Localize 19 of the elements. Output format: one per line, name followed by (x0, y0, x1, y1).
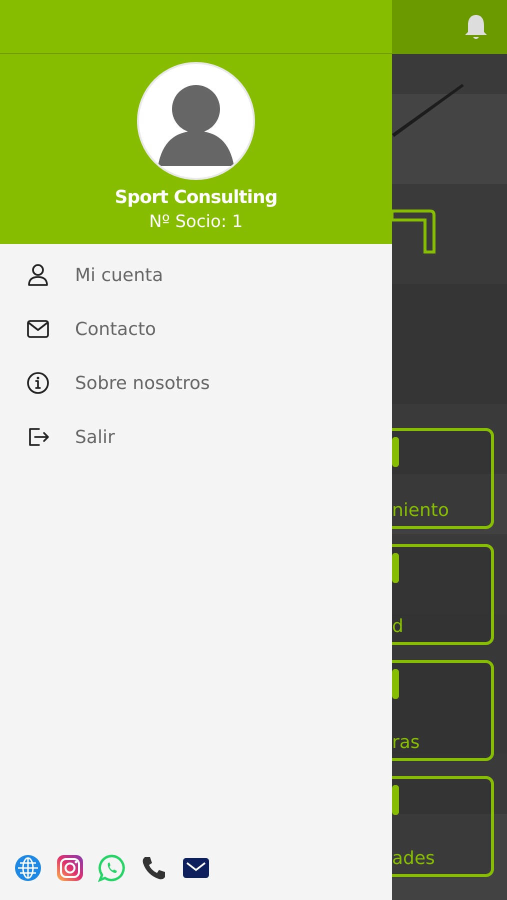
menu-card[interactable]: ades (392, 776, 494, 877)
menu-card[interactable]: ras (392, 660, 494, 761)
card-icon (392, 669, 400, 699)
card-icon (392, 437, 400, 467)
menu-item[interactable]: Contacto (0, 302, 392, 356)
profile-name: Sport Consulting (114, 186, 278, 210)
menu-card[interactable]: niento (392, 428, 494, 529)
menu-item[interactable]: Sobre nosotros (0, 356, 392, 410)
menu-item[interactable]: Salir (0, 410, 392, 464)
card-icon (392, 553, 400, 583)
globe-icon[interactable] (14, 854, 42, 882)
instagram-icon[interactable] (56, 854, 84, 882)
menu-card[interactable]: d (392, 544, 494, 645)
member-number: Nº Socio: 1 (149, 211, 243, 234)
menu-item[interactable]: Mi cuenta (0, 248, 392, 302)
card-icon (392, 785, 400, 815)
phone-icon[interactable] (140, 854, 168, 882)
info-icon (25, 370, 51, 396)
person-icon (25, 262, 51, 288)
